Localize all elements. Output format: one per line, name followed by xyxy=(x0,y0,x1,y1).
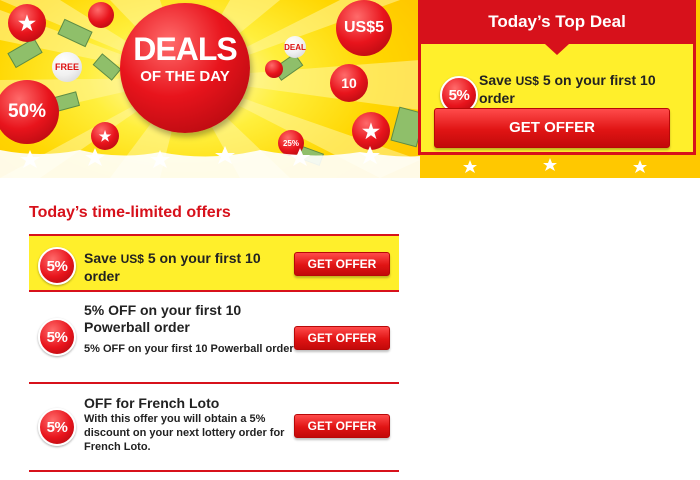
discount-badge: 5% xyxy=(38,408,76,446)
offer-description: With this offer you will obtain a 5% dis… xyxy=(84,413,285,453)
top-deal-heading: Today’s Top Deal xyxy=(488,12,626,31)
header-notch xyxy=(545,44,569,55)
offer-row-3: 5% OFF for French Loto With this offer y… xyxy=(29,384,399,472)
offer-title: OFF for French Loto xyxy=(84,395,220,411)
get-offer-button[interactable]: GET OFFER xyxy=(294,252,390,276)
get-offer-button[interactable]: GET OFFER xyxy=(294,326,390,350)
offer-title: Save US$ 5 on your first 10 order xyxy=(84,250,261,284)
top-deal-text: Save US$ 5 on your first 10 order xyxy=(479,72,656,106)
discount-badge: 5% xyxy=(38,247,76,285)
get-offer-button[interactable]: GET OFFER xyxy=(294,414,390,438)
offer-row-2: 5% 5% OFF on your first 10 Powerball ord… xyxy=(29,292,399,384)
offer-title: 5% OFF on your first 10 Powerball order xyxy=(84,302,242,335)
offer-row-1: 5% Save US$ 5 on your first 10 order GET… xyxy=(29,234,399,292)
top-deal-get-offer-button[interactable]: GET OFFER xyxy=(434,108,670,148)
discount-badge: 5% xyxy=(38,318,76,356)
offer-description: 5% OFF on your first 10 Powerball order xyxy=(84,343,294,355)
offers-section-title: Today’s time-limited offers xyxy=(29,204,231,221)
top-deal-header: Today’s Top Deal xyxy=(421,0,693,55)
top-deal-box: Today’s Top Deal 5% Save US$ 5 on your f… xyxy=(418,0,696,155)
